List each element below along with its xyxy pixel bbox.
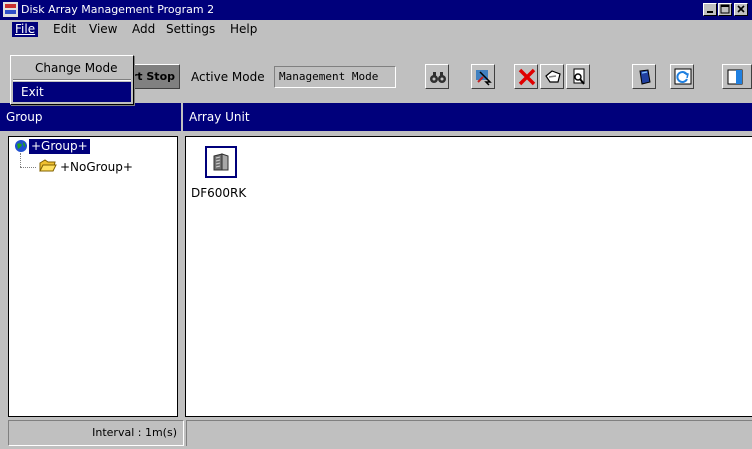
array-panel-title: Array Unit	[189, 110, 250, 124]
menu-separator	[13, 79, 131, 81]
menu-item-change-mode[interactable]: Change Mode	[13, 58, 131, 78]
title-bar: Disk Array Management Program 2	[0, 0, 752, 20]
array-panel-header: Array Unit	[183, 103, 752, 131]
array-unit-item[interactable]	[205, 146, 237, 178]
window-button[interactable]	[722, 64, 752, 89]
group-panel-header: Group	[0, 103, 181, 131]
menu-file-label: File	[15, 22, 36, 36]
delete-button[interactable]	[514, 64, 538, 89]
refresh-button[interactable]	[670, 64, 694, 89]
inspect-button[interactable]	[566, 64, 590, 89]
find-button[interactable]	[425, 64, 449, 89]
active-mode-label: Active Mode	[191, 70, 265, 84]
arrow-tool-icon	[476, 70, 492, 86]
menu-add-label: Add	[132, 22, 156, 36]
menu-help-label: Help	[230, 22, 258, 36]
delete-icon	[518, 68, 536, 86]
minimize-icon	[707, 11, 713, 13]
menu-edit[interactable]: Edit	[50, 22, 79, 37]
binoculars-icon	[430, 72, 446, 83]
window-icon	[727, 69, 743, 85]
status-main	[186, 420, 752, 446]
menu-add[interactable]: Add	[129, 22, 158, 37]
status-interval-text: Interval : 1m(s)	[92, 426, 177, 439]
menu-item-exit[interactable]: Exit	[13, 82, 131, 102]
change-mode-label: Change Mode	[35, 61, 118, 75]
disk-button[interactable]	[632, 64, 656, 89]
menu-help[interactable]: Help	[227, 22, 260, 37]
exit-label: Exit	[21, 85, 44, 99]
group-panel-title: Group	[6, 110, 43, 124]
window-title: Disk Array Management Program 2	[21, 3, 215, 16]
disk-icon	[639, 69, 651, 85]
close-window-button[interactable]	[734, 3, 748, 16]
folder-icon	[39, 159, 57, 172]
globe-icon	[15, 140, 27, 152]
tree-connector-vertical	[20, 153, 21, 167]
refresh-icon	[674, 68, 692, 85]
inspect-icon	[573, 68, 585, 85]
select-tool-button[interactable]	[471, 64, 495, 89]
status-interval: Interval : 1m(s)	[8, 420, 184, 446]
maximize-icon	[720, 4, 730, 14]
group-tree-panel[interactable]	[8, 136, 178, 417]
menu-edit-label: Edit	[53, 22, 77, 36]
tag-icon	[545, 70, 561, 83]
close-icon	[737, 5, 745, 13]
app-icon	[3, 2, 18, 17]
menu-file[interactable]: File	[12, 22, 39, 37]
tree-connector-horizontal	[20, 167, 36, 168]
menu-view-label: View	[89, 22, 118, 36]
array-unit-name[interactable]: DF600RK	[191, 186, 246, 200]
maximize-button[interactable]	[718, 3, 732, 16]
start-stop-label: rt Stop	[131, 70, 175, 83]
tag-button[interactable]	[540, 64, 564, 89]
tree-root-group[interactable]: +Group+	[29, 139, 90, 154]
minimize-button[interactable]	[703, 3, 717, 16]
array-unit-panel[interactable]	[185, 136, 752, 417]
file-menu-dropdown: Change Mode Exit	[10, 55, 134, 105]
storage-array-icon	[213, 153, 229, 171]
menu-settings-label: Settings	[166, 22, 216, 36]
active-mode-value: Management Mode	[279, 70, 379, 83]
tree-node-nogroup[interactable]: +NoGroup+	[60, 160, 133, 175]
menu-view[interactable]: View	[86, 22, 120, 37]
active-mode-field: Management Mode	[274, 66, 396, 88]
menu-bar: File Edit View Add Settings Help	[0, 20, 752, 39]
menu-settings[interactable]: Settings	[163, 22, 218, 37]
